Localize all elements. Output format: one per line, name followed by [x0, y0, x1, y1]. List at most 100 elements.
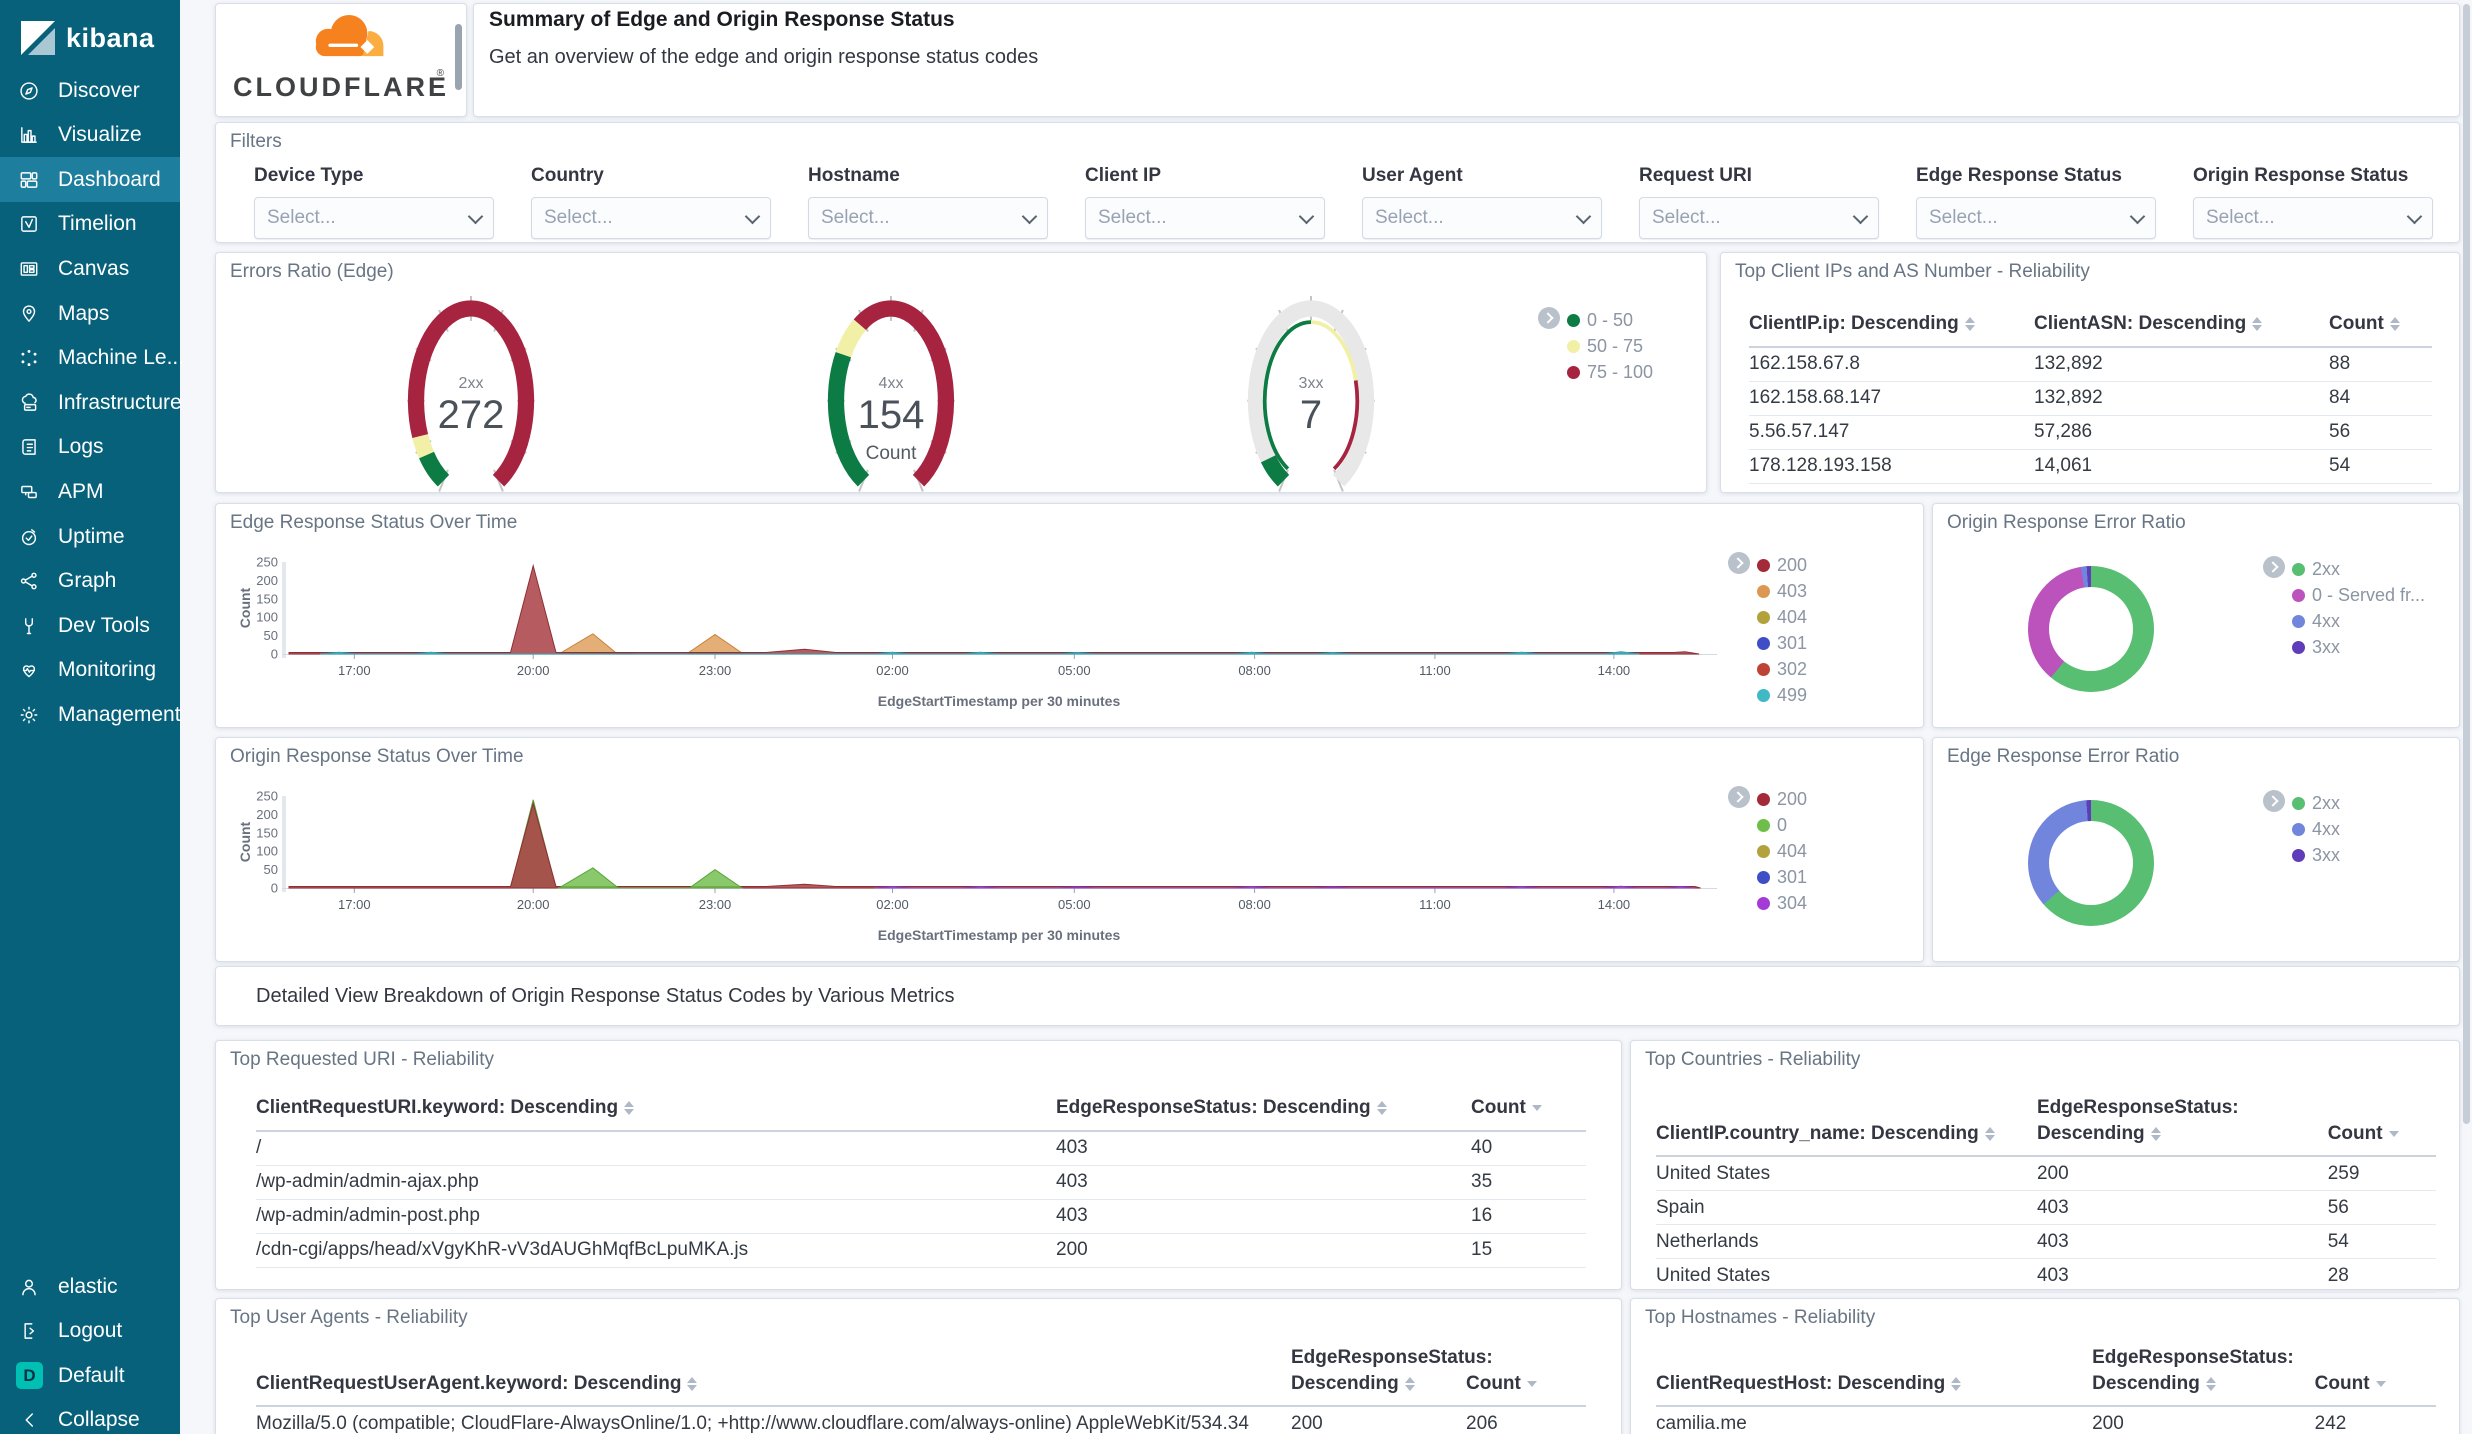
- panel-scrollbar[interactable]: [455, 24, 462, 90]
- sidebar-item-dashboard[interactable]: Dashboard: [0, 157, 180, 203]
- sidebar-item-label: Canvas: [58, 256, 130, 280]
- kibana-logo[interactable]: kibana: [0, 0, 180, 76]
- filter-select-edge-response-status[interactable]: Select...: [1916, 197, 2156, 239]
- legend-item-4xx[interactable]: 4xx: [2292, 608, 2425, 634]
- table-row: 162.158.67.8 132,892 88: [1749, 346, 2432, 382]
- legend-item-200[interactable]: 200: [1757, 786, 1807, 812]
- legend-toggle-icon[interactable]: [1538, 307, 1560, 329]
- svg-text:23:00: 23:00: [699, 663, 732, 678]
- legend-item-200[interactable]: 200: [1757, 552, 1807, 578]
- svg-text:0: 0: [271, 647, 278, 662]
- legend-item-4xx[interactable]: 4xx: [2292, 816, 2340, 842]
- legend-label: 3xx: [2312, 844, 2341, 865]
- sidebar-item-dev-tools[interactable]: Dev Tools: [0, 603, 180, 648]
- legend-item-301[interactable]: 301: [1757, 630, 1807, 656]
- legend-dot: [1757, 844, 1770, 858]
- svg-text:20:00: 20:00: [517, 897, 550, 912]
- sidebar-item-logout[interactable]: Logout: [0, 1309, 180, 1354]
- sidebar-item-maps[interactable]: Maps: [0, 291, 180, 336]
- column-header[interactable]: EdgeResponseStatus: Descending: [2036, 1089, 2328, 1158]
- canvas-icon: [18, 258, 40, 280]
- legend-item-304[interactable]: 304: [1757, 890, 1807, 916]
- filter-select-hostname[interactable]: Select...: [808, 197, 1048, 239]
- sidebar-item-infrastructure[interactable]: Infrastructure: [0, 380, 182, 425]
- legend-toggle-icon[interactable]: [2263, 556, 2285, 578]
- legend-item-0-50[interactable]: 0 - 50: [1567, 307, 1653, 333]
- legend-item-499[interactable]: 499: [1757, 682, 1807, 708]
- filter-select-origin-response-status[interactable]: Select...: [2193, 197, 2433, 239]
- table-cell: 16: [1471, 1199, 1586, 1234]
- column-header[interactable]: ClientRequestURI.keyword: Descending: [256, 1089, 1056, 1132]
- sidebar-item-apm[interactable]: APM: [0, 469, 180, 514]
- column-header[interactable]: ClientRequestHost: Descending: [1656, 1339, 2093, 1408]
- svg-text:Count: Count: [237, 587, 253, 628]
- legend-item-0[interactable]: 0: [1757, 812, 1807, 838]
- sidebar-item-timelion[interactable]: Timelion: [0, 202, 180, 247]
- gauge-3xx: 3xx 7: [1236, 291, 1386, 503]
- legend-toggle-icon[interactable]: [1728, 552, 1750, 574]
- column-header[interactable]: ClientRequestUserAgent.keyword: Descendi…: [256, 1339, 1291, 1408]
- filter-select-client-ip[interactable]: Select...: [1085, 197, 1325, 239]
- column-header[interactable]: Count: [2329, 305, 2432, 348]
- table-row: Mozilla/5.0 (compatible; CloudFlare-Alwa…: [256, 1406, 1586, 1434]
- legend-toggle-icon[interactable]: [1728, 786, 1750, 808]
- sidebar-item-elastic[interactable]: elastic: [0, 1264, 180, 1309]
- legend-item-404[interactable]: 404: [1757, 604, 1807, 630]
- legend-item-0-served-fr[interactable]: 0 - Served fr...: [2292, 582, 2425, 608]
- sidebar-item-management[interactable]: Management: [0, 692, 181, 737]
- legend-label: 4xx: [2312, 818, 2341, 839]
- sidebar-item-machine-le[interactable]: Machine Le...: [0, 336, 184, 381]
- legend-item-404[interactable]: 404: [1757, 838, 1807, 864]
- dashboard-icon: [18, 169, 40, 191]
- legend-item-2xx[interactable]: 2xx: [2292, 556, 2425, 582]
- legend-toggle-icon[interactable]: [2263, 790, 2285, 812]
- column-header[interactable]: ClientASN: Descending: [2034, 305, 2329, 348]
- sidebar-item-default[interactable]: D Default: [0, 1353, 180, 1398]
- legend-item-301[interactable]: 301: [1757, 864, 1807, 890]
- filter-origin-response-status: Origin Response Status Select...: [2193, 165, 2433, 239]
- legend-dot: [2292, 562, 2305, 576]
- table-cell: 259: [2327, 1156, 2436, 1192]
- legend-item-75-100[interactable]: 75 - 100: [1567, 359, 1653, 385]
- sidebar-item-monitoring[interactable]: Monitoring: [0, 648, 180, 693]
- column-header[interactable]: Count: [2314, 1339, 2436, 1408]
- legend-item-3xx[interactable]: 3xx: [2292, 842, 2340, 868]
- sidebar-item-canvas[interactable]: Canvas: [0, 246, 180, 291]
- sidebar-item-uptime[interactable]: Uptime: [0, 514, 180, 559]
- column-header[interactable]: Count: [2327, 1089, 2436, 1158]
- column-header[interactable]: EdgeResponseStatus: Descending: [1291, 1339, 1493, 1408]
- column-header[interactable]: Count: [1471, 1089, 1586, 1132]
- filter-select-device-type[interactable]: Select...: [254, 197, 494, 239]
- chevron-down-icon: [1021, 208, 1038, 224]
- page-scrollbar[interactable]: [2463, 4, 2470, 1124]
- sidebar-item-logs[interactable]: Logs: [0, 425, 180, 470]
- legend-item-3xx[interactable]: 3xx: [2292, 634, 2425, 660]
- svg-text:200: 200: [256, 573, 278, 588]
- machine-learning-icon: [18, 347, 40, 369]
- column-header[interactable]: EdgeResponseStatus: Descending: [2092, 1339, 2315, 1408]
- sidebar-item-collapse[interactable]: Collapse: [0, 1398, 180, 1434]
- sidebar-item-label: Timelion: [58, 212, 137, 236]
- legend-item-403[interactable]: 403: [1757, 578, 1807, 604]
- sidebar-item-discover[interactable]: Discover: [0, 68, 180, 113]
- column-header[interactable]: ClientIP.country_name: Descending: [1656, 1089, 2037, 1158]
- table-row: camilia.me 200 242: [1656, 1406, 2436, 1434]
- sort-icon: [624, 1100, 635, 1115]
- sidebar-item-visualize[interactable]: Visualize: [0, 113, 180, 158]
- column-header[interactable]: EdgeResponseStatus: Descending: [1056, 1089, 1471, 1132]
- chart-legend: 200 0 404 301 304: [1728, 786, 1807, 916]
- filter-select-country[interactable]: Select...: [531, 197, 771, 239]
- legend-item-302[interactable]: 302: [1757, 656, 1807, 682]
- filter-select-user-agent[interactable]: Select...: [1362, 197, 1602, 239]
- svg-text:150: 150: [256, 591, 278, 606]
- column-header[interactable]: ClientIP.ip: Descending: [1749, 305, 2034, 348]
- select-placeholder: Select...: [821, 207, 890, 228]
- legend-item-2xx[interactable]: 2xx: [2292, 790, 2340, 816]
- svg-text:11:00: 11:00: [1419, 663, 1451, 678]
- legend-label: 403: [1777, 580, 1808, 601]
- filter-select-request-uri[interactable]: Select...: [1639, 197, 1879, 239]
- table-cell: 132,892: [2034, 381, 2329, 416]
- legend-item-50-75[interactable]: 50 - 75: [1567, 333, 1653, 359]
- cloudflare-cloud-icon: [315, 14, 384, 57]
- sidebar-item-graph[interactable]: Graph: [0, 559, 180, 604]
